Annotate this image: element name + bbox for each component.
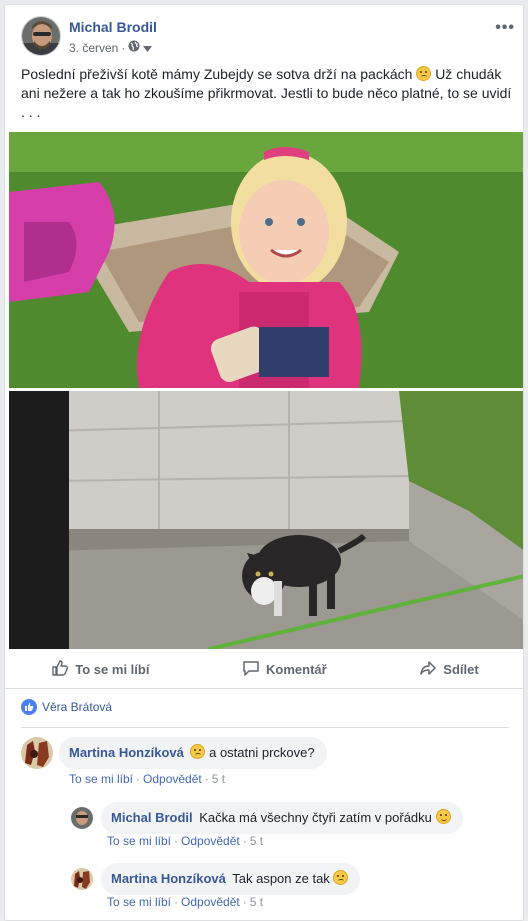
reply-item: Michal Brodil Kačka má všechny čtyři zat… [71,802,463,834]
globe-icon[interactable] [128,40,140,55]
comment-like-link[interactable]: To se mi líbí [107,895,171,909]
reactors-names[interactable]: Věra Brátová [42,700,112,714]
comment-reply-link[interactable]: Odpovědět [181,895,240,909]
post-header: Michal Brodil 3. červen · ••• [5,5,523,61]
comment-text: Tak aspon ze tak [232,871,330,886]
comment-actions: To se mi líbí · Odpovědět · 5 t [107,895,264,909]
comment-bubble-icon [242,659,260,680]
post-date[interactable]: 3. červen [69,41,118,55]
comment-button[interactable]: Komentář [218,654,351,686]
comment-reply-link[interactable]: Odpovědět [181,834,240,848]
post-text: Poslední přeživší kotě mámy Zubejdy se s… [21,65,515,122]
comment-time[interactable]: 5 t [250,834,263,848]
comment-bubble: Martina Honzíková a ostatni prckove? [59,737,327,769]
comment-label: Komentář [266,662,327,677]
post-actions-bar: To se mi líbí Komentář Sdílet [5,651,523,689]
comment-bubble: Martina Honzíková Tak aspon ze tak [101,863,361,895]
comment-actions: To se mi líbí · Odpovědět · 5 t [69,772,226,786]
comment-like-link[interactable]: To se mi líbí [69,772,133,786]
chevron-down-icon[interactable] [143,41,153,55]
commenter-avatar[interactable] [21,737,53,769]
sad-face-emoji-icon [333,870,349,885]
meta-separator: · [121,40,126,55]
like-reaction-icon [21,699,37,715]
comment-actions: To se mi líbí · Odpovědět · 5 t [107,834,264,848]
kitten-on-concrete-photo[interactable] [9,391,523,649]
comment-reply-link[interactable]: Odpovědět [143,772,202,786]
comment-author[interactable]: Martina Honzíková [111,871,226,886]
comment-bubble: Michal Brodil Kačka má všechny čtyři zat… [101,802,463,834]
comment-author[interactable]: Michal Brodil [111,810,193,825]
post-meta: 3. červen · [69,40,153,55]
comment-author[interactable]: Martina Honzíková [69,745,184,760]
more-options-button[interactable]: ••• [495,19,515,37]
smile-emoji-icon [435,809,451,824]
post-text-part1: Poslední přeživší kotě mámy Zubejdy se s… [21,66,413,82]
author-avatar[interactable] [21,16,61,56]
comment-text: a ostatni prckove? [209,745,315,760]
comment-like-link[interactable]: To se mi líbí [107,834,171,848]
share-arrow-icon [419,659,437,680]
reply-item: Martina Honzíková Tak aspon ze tak [71,863,361,895]
comment-item: Martina Honzíková a ostatni prckove? [21,737,327,769]
reactions-summary[interactable]: Věra Brátová [21,699,112,715]
post-card: Michal Brodil 3. červen · ••• Poslední p… [4,4,524,921]
comments-divider [21,727,509,728]
commenter-avatar[interactable] [71,807,93,829]
sad-face-emoji-icon [416,66,432,81]
share-label: Sdílet [443,662,479,677]
author-name[interactable]: Michal Brodil [69,19,157,35]
child-with-bottle-photo[interactable] [9,132,523,388]
like-button[interactable]: To se mi líbí [27,654,173,686]
commenter-avatar[interactable] [71,868,93,890]
comment-text: Kačka má všechny čtyři zatím v pořádku [199,810,432,825]
comment-time[interactable]: 5 t [250,895,263,909]
thumbs-up-icon [51,659,69,680]
comment-time[interactable]: 5 t [212,772,225,786]
like-label: To se mi líbí [75,662,150,677]
share-button[interactable]: Sdílet [395,654,502,686]
sad-face-emoji-icon [190,744,206,759]
